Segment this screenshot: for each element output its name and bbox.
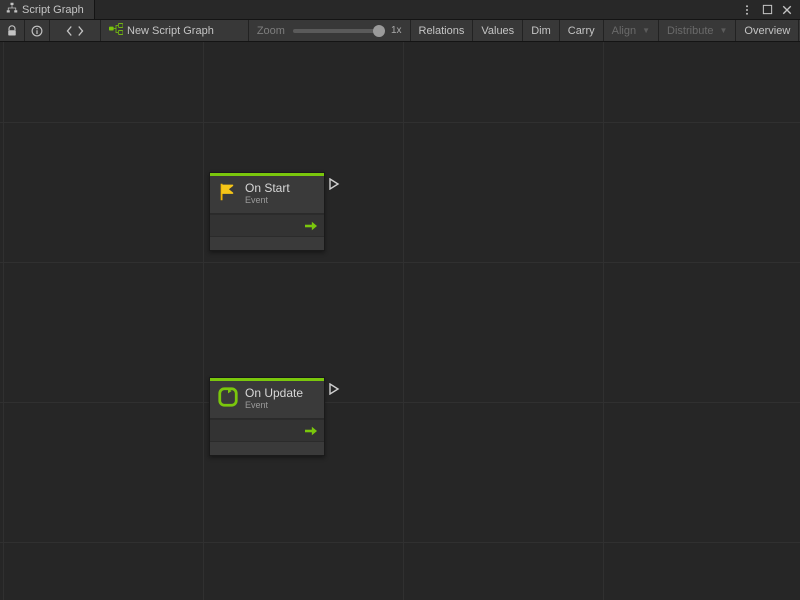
- node-subtitle: Event: [245, 195, 290, 205]
- loop-icon: [217, 386, 239, 411]
- zoom-slider-thumb[interactable]: [373, 25, 385, 37]
- node-footer: [210, 236, 324, 250]
- output-port[interactable]: [327, 177, 341, 191]
- node-output-row: [210, 419, 324, 441]
- new-graph-label: New Script Graph: [127, 25, 214, 37]
- graph-canvas[interactable]: On Start Event On Update Event: [0, 42, 800, 600]
- more-icon[interactable]: [740, 3, 754, 17]
- info-button[interactable]: [25, 20, 50, 41]
- output-arrow-icon: [304, 425, 318, 437]
- new-script-graph-button[interactable]: New Script Graph: [101, 20, 249, 41]
- zoom-control: Zoom 1x: [249, 20, 411, 41]
- node-title: On Start: [245, 182, 290, 195]
- tab-title: Script Graph: [22, 4, 84, 16]
- overview-button[interactable]: Overview: [736, 20, 799, 41]
- node-footer: [210, 441, 324, 455]
- node-output-row: [210, 214, 324, 236]
- carry-button[interactable]: Carry: [560, 20, 604, 41]
- output-port[interactable]: [327, 382, 341, 396]
- flag-icon: [217, 181, 239, 206]
- distribute-button[interactable]: Distribute▼: [659, 20, 736, 41]
- chevron-down-icon: ▼: [720, 26, 728, 35]
- relations-button[interactable]: Relations: [411, 20, 474, 41]
- align-button[interactable]: Align▼: [604, 20, 659, 41]
- output-arrow-icon: [304, 220, 318, 232]
- hierarchy-icon: [6, 2, 18, 17]
- zoom-slider[interactable]: [293, 29, 383, 33]
- canvas-grid: [0, 42, 800, 600]
- close-icon[interactable]: [780, 3, 794, 17]
- node-on-start[interactable]: On Start Event: [209, 172, 325, 251]
- code-view-button[interactable]: [50, 20, 101, 41]
- zoom-value: 1x: [391, 25, 402, 36]
- node-on-update[interactable]: On Update Event: [209, 377, 325, 456]
- maximize-icon[interactable]: [760, 3, 774, 17]
- node-header[interactable]: On Update Event: [210, 381, 324, 419]
- window-controls: [734, 0, 800, 19]
- values-button[interactable]: Values: [473, 20, 523, 41]
- node-header[interactable]: On Start Event: [210, 176, 324, 214]
- dim-button[interactable]: Dim: [523, 20, 560, 41]
- chevron-down-icon: ▼: [642, 26, 650, 35]
- node-title: On Update: [245, 387, 303, 400]
- toolbar: New Script Graph Zoom 1x Relations Value…: [0, 20, 800, 42]
- lock-button[interactable]: [0, 20, 25, 41]
- zoom-label: Zoom: [257, 25, 285, 37]
- tab-script-graph[interactable]: Script Graph: [0, 0, 95, 19]
- graph-icon: [109, 23, 123, 38]
- tab-bar: Script Graph: [0, 0, 800, 20]
- node-subtitle: Event: [245, 400, 303, 410]
